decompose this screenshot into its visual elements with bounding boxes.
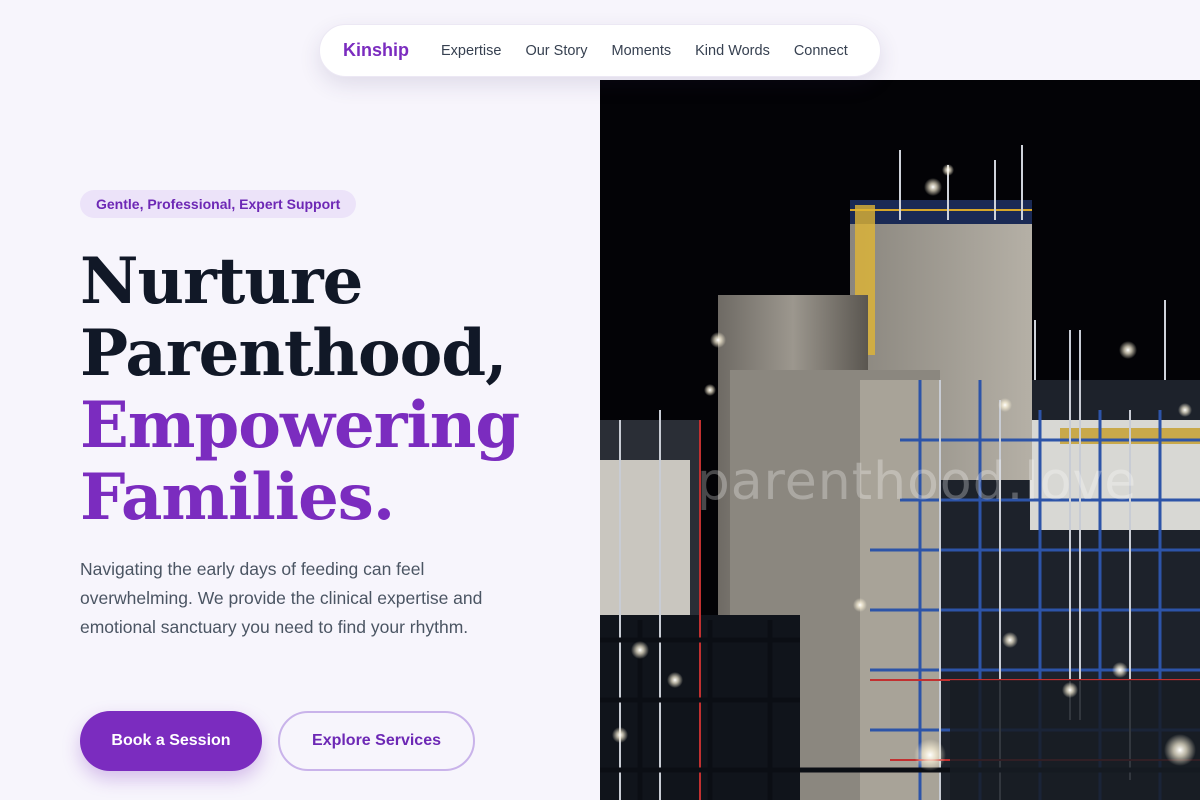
nav-link-moments[interactable]: Moments <box>612 43 672 59</box>
image-watermark: parenthood.love <box>696 452 1138 512</box>
nav-link-connect[interactable]: Connect <box>794 43 848 59</box>
headline-line-1: Nurture <box>80 244 363 319</box>
hero-headline: Nurture Parenthood, Empowering Families. <box>80 246 580 534</box>
industrial-plant-illustration <box>600 80 1200 800</box>
nav-link-our-story[interactable]: Our Story <box>525 43 587 59</box>
hero-description: Navigating the early days of feeding can… <box>80 559 483 637</box>
explore-services-button[interactable]: Explore Services <box>278 711 475 771</box>
headline-line-4: Families. <box>80 460 395 535</box>
headline-line-2: Parenthood, <box>80 316 507 391</box>
hero-badge: Gentle, Professional, Expert Support <box>80 190 357 218</box>
nav-link-expertise[interactable]: Expertise <box>441 43 501 59</box>
brand-logo[interactable]: Kinship <box>343 40 409 61</box>
hero-image <box>600 80 1200 800</box>
book-session-button[interactable]: Book a Session <box>80 711 262 771</box>
top-nav: Kinship Expertise Our Story Moments Kind… <box>319 24 881 77</box>
headline-line-3: Empowering <box>80 388 520 463</box>
nav-link-kind-words[interactable]: Kind Words <box>695 43 770 59</box>
